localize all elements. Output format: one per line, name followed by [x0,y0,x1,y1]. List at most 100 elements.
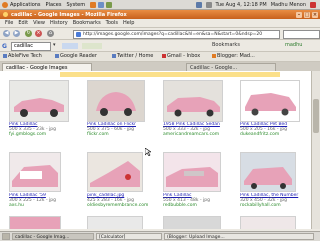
maximize-button[interactable]: □ [304,11,310,18]
menu-tools[interactable]: Tools [106,20,118,26]
image-site[interactable]: rockabillyhall.com [240,203,310,208]
toolbar-news-button[interactable] [82,43,102,49]
image-thumbnail[interactable] [163,216,221,229]
image-thumbnail[interactable] [87,80,145,122]
image-caption: Pink Cadillac Pet Bed 500 x 205 - 16k - … [240,122,300,137]
site-favicon-icon [76,32,81,37]
image-thumbnail[interactable] [163,80,223,122]
image-caption: Pink Cadillac 550 x 413 - 48k - jpg redb… [163,193,223,208]
image-thumbnail[interactable] [9,216,61,229]
tab-cadillac-images[interactable]: cadillac - Google Images [2,63,92,71]
top-panel: Applications Places System Tue Aug 4, 12… [0,0,320,10]
gmail-icon [162,53,166,58]
tab-cadillac-google[interactable]: Cadillac - Google... [186,63,276,71]
user-name[interactable]: Madhu Menon [271,2,306,8]
window-titlebar: cadillac - Google Images - Mozilla Firef… [0,10,320,19]
network-icon[interactable] [195,1,202,8]
pink-cadillac-icon [10,81,68,121]
bookmark-icon [3,53,7,58]
google-toolbar: G cadillac ▾ Bookmarks madhu [0,40,320,52]
image-site[interactable]: dukeandfritz.com [240,132,300,137]
url-bar[interactable]: http://images.google.com/images?q=cadill… [73,30,280,39]
image-site[interactable]: oldiesbyremembrance.com [87,203,159,208]
toolbar-search-value[interactable]: cadillac [14,43,33,50]
toolbar-web-button[interactable] [62,43,78,49]
menu-bar: File Edit View History Bookmarks Tools H… [0,19,320,28]
blogger-icon [212,53,216,58]
image-site[interactable]: axs.hu [9,203,69,208]
taskbar-item-blogger[interactable]: (Blogger: Upload Image... [164,233,314,240]
bookmarks-bar: AbleFive Tech Google Reader Twitter / Ho… [0,52,320,62]
power-icon[interactable] [310,1,316,8]
firefox-icon [3,12,8,17]
forward-button[interactable]: ▶ [13,30,20,37]
menu-view[interactable]: View [33,20,45,26]
image-thumbnail[interactable] [240,80,300,122]
toolbar-bookmarks-button[interactable]: Bookmarks [212,42,240,49]
image-site[interactable]: redbubble.com [163,203,223,208]
results-stats-bar [60,72,280,77]
menu-file[interactable]: File [5,20,13,26]
bookmark-item[interactable]: AbleFive Tech [3,53,42,60]
email-launcher-icon[interactable] [98,1,105,8]
image-caption: Pink Cadillac '59 300 x 225 - 12k - jpg … [9,193,69,208]
scrollbar-thumb[interactable] [313,99,319,133]
bookmark-item[interactable]: Google Reader [55,53,97,60]
show-desktop-icon[interactable] [2,233,10,240]
image-caption: 1958 Pink Cadillac Sedan 500 x 333 - 32k… [163,122,233,137]
menu-system[interactable]: System [66,2,85,8]
navigation-toolbar: ◀ ▶ ↻ × ⌂ http://images.google.com/image… [0,28,320,40]
window-title: cadillac - Google Images - Mozilla Firef… [11,11,127,18]
vertical-scrollbar[interactable] [311,71,320,229]
menu-places[interactable]: Places [46,2,62,8]
browser-search-box[interactable] [283,30,320,39]
bookmark-item[interactable]: Twitter / Home [112,53,153,60]
bookmark-icon [55,53,59,58]
toolbar-search-input[interactable]: cadillac [11,42,51,51]
google-toolbar-logo-icon[interactable]: G [2,43,7,50]
volume-icon[interactable] [205,1,212,8]
toolbar-user-label[interactable]: madhu [285,42,302,49]
image-caption: Pink Cadillac on Flickr 500 x 375 - 60k … [87,122,147,137]
tab-bar: cadillac - Google Images Cadillac - Goog… [0,62,320,71]
stop-button[interactable]: × [35,30,42,37]
reload-button[interactable]: ↻ [25,30,32,37]
menu-bookmarks[interactable]: Bookmarks [73,20,101,26]
image-caption: Pink Cadillac, the Number 320 x 450 - 32… [240,193,310,208]
page-content: Pink Cadillac 500 x 335 - 23k - jpg fyi.… [0,71,311,229]
results-header [0,71,311,79]
image-site[interactable]: fyi.gmblogs.com [9,132,69,137]
help-launcher-icon[interactable] [106,1,113,8]
menu-applications[interactable]: Applications [10,2,41,8]
pink-tailfin-icon [88,153,142,191]
image-site[interactable]: flickr.com [87,132,147,137]
minimize-button[interactable]: – [296,11,302,18]
url-text[interactable]: http://images.google.com/images?q=cadill… [83,31,262,38]
pink-cadillac-interior-icon [10,153,60,191]
close-button[interactable]: × [312,11,318,18]
menu-history[interactable]: History [50,20,68,26]
pink-cadillac-closeup-icon [164,153,220,191]
menu-help[interactable]: Help [123,20,134,26]
bookmark-icon [112,53,116,58]
menu-edit[interactable]: Edit [18,20,28,26]
ubuntu-logo-icon[interactable] [2,1,8,8]
image-thumbnail[interactable] [9,152,61,192]
taskbar-item-calculator[interactable]: [Calculator] [96,233,162,240]
image-thumbnail[interactable] [87,216,143,229]
image-thumbnail[interactable] [240,152,296,192]
image-thumbnail[interactable] [9,80,69,122]
image-thumbnail[interactable] [240,216,296,229]
taskbar-item-firefox[interactable]: cadillac - Google Imag... [12,233,94,240]
toolbar-search-button[interactable]: ▾ [53,42,56,49]
clock[interactable]: Tue Aug 4, 12:18 PM [216,2,267,8]
home-button[interactable]: ⌂ [47,30,54,37]
image-thumbnail[interactable] [87,152,143,192]
back-button[interactable]: ◀ [3,30,10,37]
pink-beetle-icon [88,81,144,121]
image-site[interactable]: americandreamcars.com [163,132,233,137]
image-thumbnail[interactable] [163,152,221,192]
firefox-launcher-icon[interactable] [90,1,97,8]
bookmark-item[interactable]: Blogger: Mad... [212,53,255,60]
bookmark-item[interactable]: Gmail - Inbox [162,53,200,60]
